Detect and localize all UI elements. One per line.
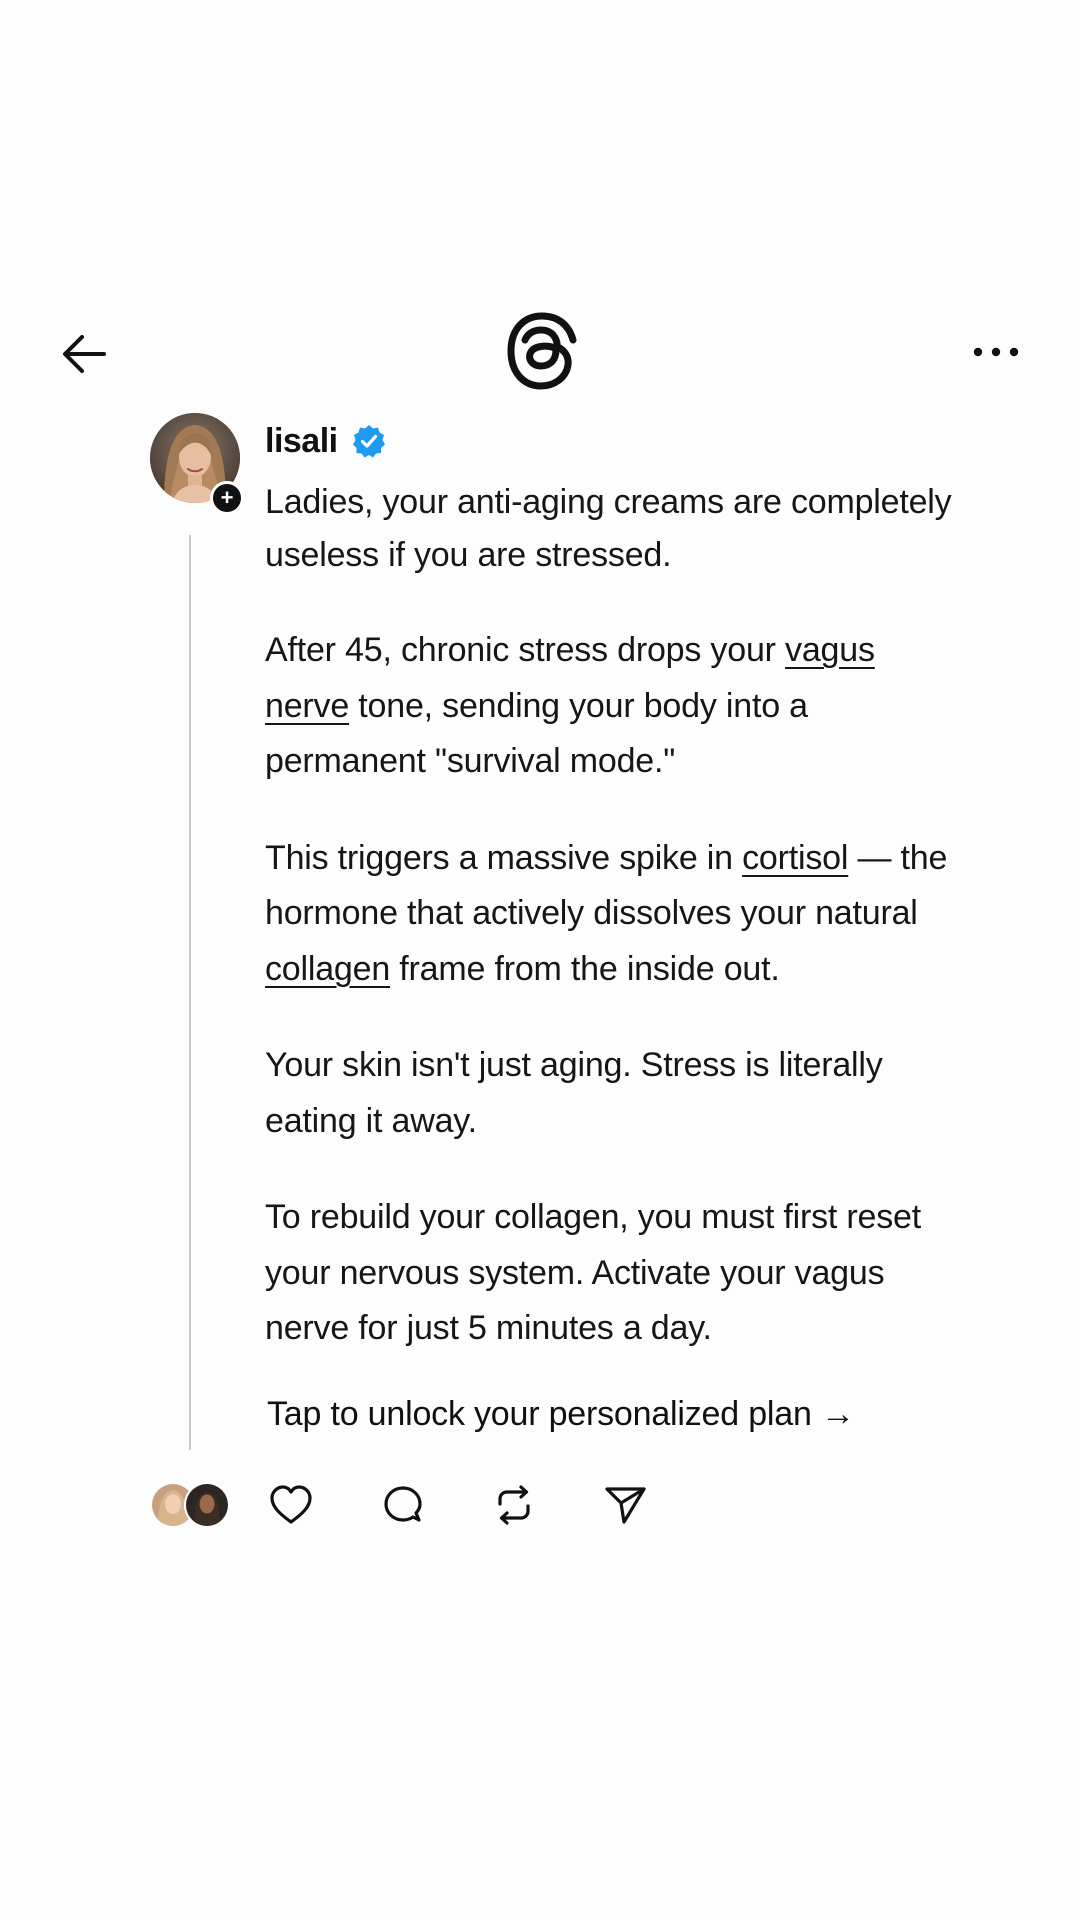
post-paragraph: To rebuild your collagen, you must first… — [265, 1190, 965, 1357]
post-body: Ladies, your anti-aging creams are compl… — [265, 476, 965, 1398]
post-paragraph: Ladies, your anti-aging creams are compl… — [265, 476, 965, 582]
comment-bubble-icon[interactable] — [380, 1482, 426, 1528]
unlock-plan-link[interactable]: Tap to unlock your personalized plan → — [267, 1395, 855, 1434]
send-icon[interactable] — [602, 1482, 648, 1528]
post-text: After 45, chronic stress drops your — [265, 631, 786, 669]
heart-icon[interactable] — [268, 1482, 314, 1528]
repost-icon[interactable] — [491, 1482, 537, 1528]
inline-link[interactable]: cortisol — [742, 839, 848, 877]
threads-logo-icon[interactable] — [503, 310, 581, 392]
verified-badge-icon — [352, 425, 385, 458]
post-text: Your skin isn't just aging. Stress is li… — [265, 1046, 883, 1140]
inline-link[interactable]: collagen — [265, 950, 390, 988]
plus-icon[interactable]: + — [210, 481, 244, 515]
more-horizontal-icon[interactable] — [970, 332, 1022, 372]
top-bar — [0, 310, 1080, 390]
post-paragraph: After 45, chronic stress drops your vagu… — [265, 623, 965, 790]
post-text: To rebuild your collagen, you must first… — [265, 1198, 921, 1347]
post-text: frame from the inside out. — [390, 949, 780, 988]
post-paragraph: This triggers a massive spike in cortiso… — [265, 831, 965, 998]
arrow-left-icon[interactable] — [58, 328, 110, 380]
replier-avatars[interactable] — [150, 1482, 232, 1528]
threads-post-screen: + lisali Ladies, your anti-aging creams … — [0, 0, 1080, 1920]
replier-avatar — [184, 1482, 230, 1528]
post-text: This triggers a massive spike in — [265, 838, 743, 877]
post-text: Ladies, your anti-aging creams are compl… — [265, 483, 952, 574]
thread-line — [189, 535, 191, 1450]
username[interactable]: lisali — [265, 422, 338, 461]
post-paragraph: Your skin isn't just aging. Stress is li… — [265, 1038, 965, 1149]
author-row: lisali — [265, 418, 386, 464]
